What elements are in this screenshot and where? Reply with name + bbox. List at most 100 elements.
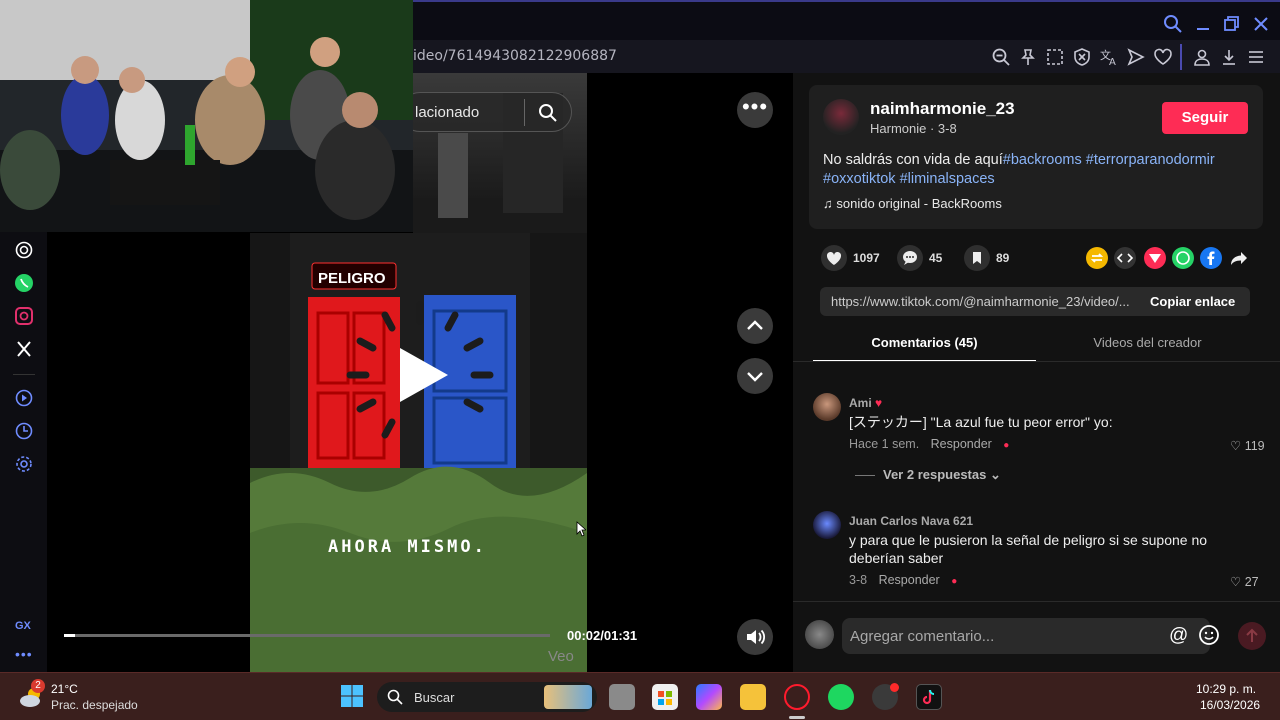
- send-icon[interactable]: [1126, 47, 1146, 67]
- sound-link[interactable]: ♫ sonido original - BackRooms: [823, 196, 1002, 211]
- heart-outline-icon[interactable]: ♡: [1230, 439, 1241, 453]
- comment-like[interactable]: ♡ 27: [1230, 574, 1259, 589]
- post-comment-button[interactable]: [1238, 622, 1266, 650]
- whatsapp-icon[interactable]: [14, 273, 34, 293]
- taskbar-search[interactable]: Buscar: [377, 682, 597, 712]
- block-icon[interactable]: [1072, 47, 1092, 67]
- settings-icon[interactable]: [14, 454, 34, 474]
- hashtag-link[interactable]: #liminalspaces: [900, 171, 995, 187]
- reply-button[interactable]: Responder: [879, 573, 940, 587]
- task-view-icon[interactable]: [609, 684, 635, 710]
- tab-creator-videos[interactable]: Videos del creador: [1036, 335, 1259, 360]
- volume-button[interactable]: [737, 619, 773, 655]
- next-video-button[interactable]: [737, 358, 773, 394]
- notification-dot: [890, 683, 899, 692]
- reply-button[interactable]: Responder: [931, 437, 992, 451]
- heart-emoji-icon: ♥: [875, 396, 883, 410]
- weather-temp[interactable]: 21°C: [51, 682, 78, 696]
- comment-avatar[interactable]: [813, 393, 841, 421]
- mouse-cursor: [576, 521, 586, 537]
- more-options-button[interactable]: •••: [737, 92, 773, 128]
- history-icon[interactable]: [14, 421, 34, 441]
- weather-desc[interactable]: Prac. despejado: [51, 698, 138, 712]
- video-info-card: naimharmonie_23 Harmonie · 3-8 Seguir No…: [809, 85, 1263, 229]
- tiktok-icon[interactable]: [916, 684, 942, 710]
- opera-gx-icon[interactable]: [784, 684, 810, 710]
- search-divider: [524, 99, 525, 126]
- search-text: lacionado: [415, 104, 480, 121]
- profile-icon[interactable]: [1192, 47, 1212, 67]
- search-icon[interactable]: [1163, 14, 1185, 36]
- comment-text: [ステッカー] "La azul fue tu peor error" yo:: [849, 414, 1113, 430]
- send-to-friends-icon[interactable]: [1144, 247, 1166, 269]
- windows-taskbar: 2 21°C Prac. despejado Buscar 10:29 p. m…: [0, 672, 1280, 720]
- author-username[interactable]: naimharmonie_23: [870, 99, 1015, 119]
- previous-video-button[interactable]: [737, 308, 773, 344]
- restore-icon[interactable]: [1221, 14, 1243, 36]
- pin-icon[interactable]: [1018, 47, 1038, 67]
- bookmark-icon[interactable]: [964, 245, 990, 271]
- embed-icon[interactable]: [1114, 247, 1136, 269]
- minimize-icon[interactable]: [1193, 14, 1215, 36]
- hashtag-link[interactable]: #terrorparanodormir: [1086, 152, 1215, 168]
- video-description: No saldrás con vida de aquí#backrooms #t…: [823, 151, 1253, 189]
- windows-start-icon[interactable]: [340, 684, 364, 708]
- follow-button[interactable]: Seguir: [1162, 102, 1248, 134]
- zoom-icon[interactable]: [991, 47, 1011, 67]
- comment-input[interactable]: [842, 618, 1210, 654]
- watermark-text: Veo: [548, 648, 574, 665]
- player-icon[interactable]: [14, 388, 34, 408]
- heart-icon[interactable]: [1153, 47, 1173, 67]
- spotify-icon[interactable]: [828, 684, 854, 710]
- download-icon[interactable]: [1219, 47, 1239, 67]
- m365-icon[interactable]: [696, 684, 722, 710]
- snapshot-icon[interactable]: [1045, 47, 1065, 67]
- instagram-icon[interactable]: [14, 306, 34, 326]
- chatgpt-icon[interactable]: [14, 240, 34, 260]
- facebook-share-icon[interactable]: [1200, 247, 1222, 269]
- comment-like[interactable]: ♡ 119: [1230, 438, 1265, 453]
- tab-comments[interactable]: Comentarios (45): [813, 335, 1036, 362]
- author-avatar[interactable]: [823, 99, 859, 135]
- chevron-down-icon: ⌄: [989, 467, 1001, 482]
- whatsapp-share-icon[interactable]: [1172, 247, 1194, 269]
- progress-bar[interactable]: [64, 634, 550, 637]
- emoji-icon[interactable]: [1198, 624, 1220, 646]
- menu-icon[interactable]: [1246, 47, 1266, 67]
- copy-link-button[interactable]: Copiar enlace: [1150, 294, 1235, 309]
- comment-username[interactable]: Juan Carlos Nava 621: [849, 514, 973, 528]
- hashtag-link[interactable]: #oxxotiktok: [823, 171, 896, 187]
- comment-icon[interactable]: [897, 245, 923, 271]
- repost-icon[interactable]: [1086, 247, 1108, 269]
- comment-avatar[interactable]: [813, 511, 841, 539]
- url-text[interactable]: ideo/7614943082122906887: [413, 48, 617, 64]
- weather-badge: 2: [31, 679, 45, 693]
- mention-icon[interactable]: @: [1169, 625, 1188, 647]
- like-count: 1097: [853, 251, 880, 265]
- hashtag-link[interactable]: #backrooms: [1003, 152, 1082, 168]
- share-arrow-icon[interactable]: [1228, 247, 1250, 269]
- comment-username[interactable]: Ami ♥: [849, 396, 882, 410]
- address-bar[interactable]: ideo/7614943082122906887: [413, 40, 1280, 73]
- save-count: 89: [996, 251, 1010, 265]
- search-highlight-image: [544, 685, 592, 709]
- sidebar-more-icon[interactable]: •••: [15, 646, 33, 662]
- view-replies-button[interactable]: Ver 2 respuestas ⌄: [855, 467, 1001, 483]
- heart-icon[interactable]: [821, 245, 847, 271]
- x-icon[interactable]: [14, 339, 34, 359]
- store-icon[interactable]: [652, 684, 678, 710]
- close-icon[interactable]: [1251, 14, 1273, 36]
- translate-icon[interactable]: 文A: [1099, 47, 1119, 67]
- share-link-text[interactable]: https://www.tiktok.com/@naimharmonie_23/…: [831, 294, 1136, 309]
- video-frame[interactable]: PELIGRO AHORA MISMO.: [250, 233, 587, 672]
- gx-label[interactable]: GX: [15, 620, 31, 632]
- file-explorer-icon[interactable]: [740, 684, 766, 710]
- clock-date[interactable]: 16/03/2026: [1200, 698, 1260, 712]
- search-bar[interactable]: lacionado: [400, 92, 572, 132]
- time-label: 00:02/01:31: [567, 628, 638, 643]
- clock-time[interactable]: 10:29 p. m.: [1196, 682, 1256, 696]
- search-icon[interactable]: [538, 103, 558, 123]
- side-panel: naimharmonie_23 Harmonie · 3-8 Seguir No…: [793, 73, 1280, 672]
- heart-outline-icon[interactable]: ♡: [1230, 575, 1241, 589]
- divider: [1180, 44, 1182, 70]
